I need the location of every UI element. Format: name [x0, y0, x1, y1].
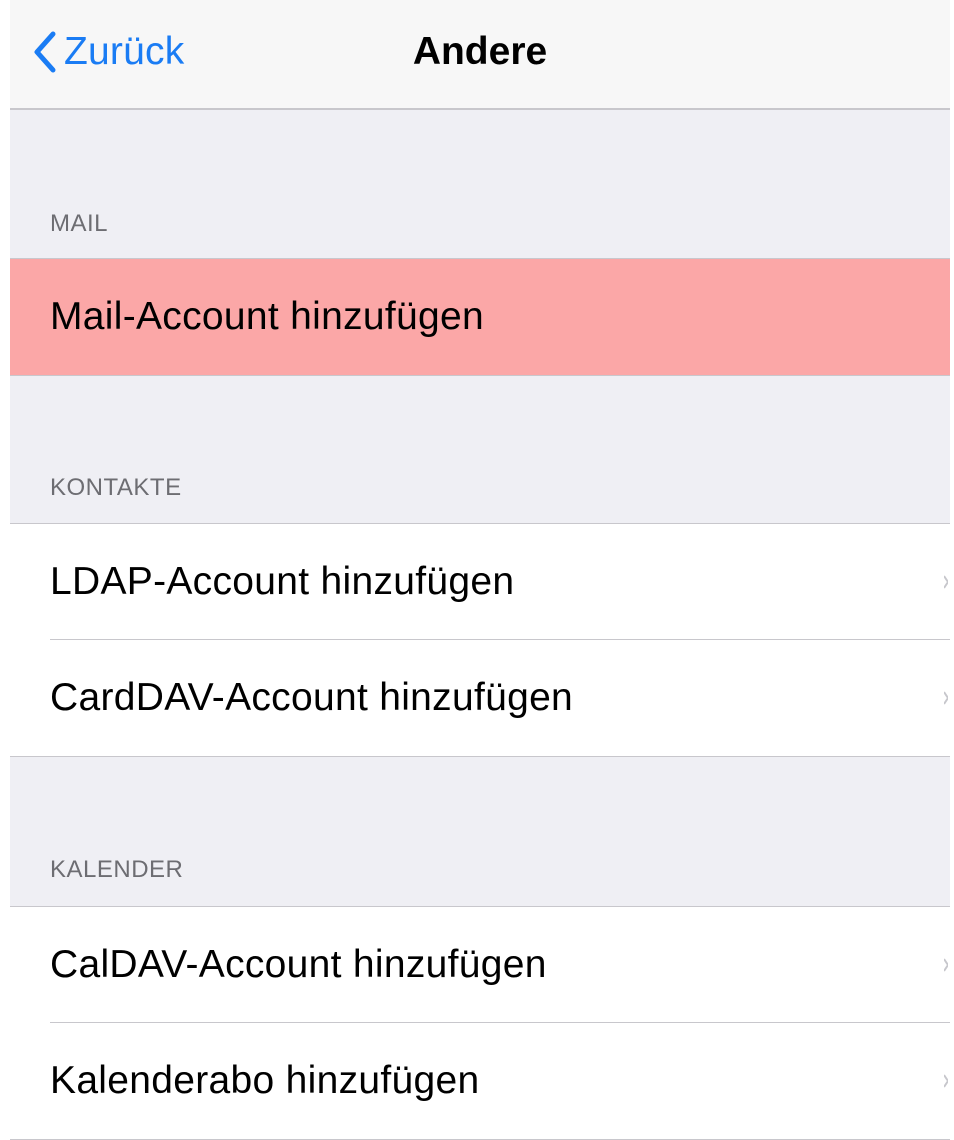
- row-label: CalDAV-Account hinzufügen: [50, 943, 547, 986]
- navigation-bar: Zurück Andere: [10, 0, 950, 110]
- row-label: LDAP-Account hinzufügen: [50, 560, 515, 603]
- back-button[interactable]: Zurück: [32, 24, 184, 80]
- add-caldav-account-row[interactable]: CalDAV-Account hinzufügen: [10, 907, 950, 1023]
- section-header-kalender: KALENDER: [10, 758, 950, 884]
- section-group-kontakte: LDAP-Account hinzufügen CardDAV-Account …: [10, 523, 950, 757]
- chevron-right-icon: [944, 958, 948, 972]
- chevron-right-icon: [944, 1074, 948, 1088]
- back-button-label: Zurück: [64, 30, 185, 73]
- row-label: Mail-Account hinzufügen: [50, 295, 484, 338]
- section-header-kontakte: KONTAKTE: [10, 376, 950, 502]
- add-ldap-account-row[interactable]: LDAP-Account hinzufügen: [10, 524, 950, 640]
- add-calendar-subscription-row[interactable]: Kalenderabo hinzufügen: [10, 1023, 950, 1139]
- section-header-mail: MAIL: [10, 110, 950, 238]
- section-header-label: MAIL: [50, 210, 109, 237]
- section-header-label: KALENDER: [50, 856, 184, 883]
- chevron-right-icon: [944, 575, 948, 589]
- chevron-right-icon: [944, 691, 948, 705]
- add-carddav-account-row[interactable]: CardDAV-Account hinzufügen: [10, 640, 950, 756]
- row-label: Kalenderabo hinzufügen: [50, 1059, 480, 1102]
- add-mail-account-row[interactable]: Mail-Account hinzufügen: [10, 259, 950, 375]
- row-label: CardDAV-Account hinzufügen: [50, 676, 574, 719]
- section-header-label: KONTAKTE: [50, 474, 182, 501]
- settings-screen: Zurück Andere MAIL Mail-Account hinzufüg…: [10, 0, 950, 1140]
- section-group-kalender: CalDAV-Account hinzufügen Kalenderabo hi…: [10, 906, 950, 1140]
- chevron-left-icon: [34, 31, 56, 73]
- section-group-mail: Mail-Account hinzufügen: [10, 258, 950, 376]
